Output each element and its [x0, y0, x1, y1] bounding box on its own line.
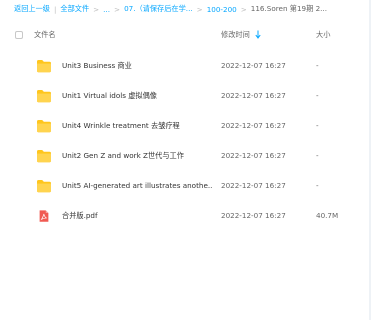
folder-icon	[37, 150, 51, 163]
column-header-size[interactable]: 大小	[316, 30, 330, 40]
file-modified-time: 2022-12-07 16:27	[221, 211, 286, 220]
file-size: -	[316, 121, 319, 130]
file-modified-time: 2022-12-07 16:27	[221, 61, 286, 70]
file-name[interactable]: 合并版.pdf	[62, 211, 98, 221]
breadcrumb-separator: >	[196, 4, 203, 14]
folder-icon	[37, 60, 51, 73]
breadcrumb-folder-07-link[interactable]: 07.（请保存后在学...	[124, 4, 193, 14]
file-row[interactable]: Unit3 Business 商业 2022-12-07 16:27 -	[0, 51, 371, 81]
folder-icon	[37, 180, 51, 193]
file-modified-time: 2022-12-07 16:27	[221, 121, 286, 130]
file-list-header: 文件名 修改时间 大小	[0, 27, 371, 43]
file-name[interactable]: Unit2 Gen Z and work Z世代与工作	[62, 151, 184, 161]
file-size: -	[316, 61, 319, 70]
file-name[interactable]: Unit1 Virtual idols 虚拟偶像	[62, 91, 157, 101]
column-header-modified-time[interactable]: 修改时间	[221, 30, 250, 40]
breadcrumb-separator: >	[93, 4, 100, 14]
breadcrumb: 返回上一级 | 全部文件 > ... > 07.（请保存后在学... > 100…	[0, 0, 371, 18]
folder-icon	[37, 90, 51, 103]
file-modified-time: 2022-12-07 16:27	[221, 91, 286, 100]
breadcrumb-ellipsis-link[interactable]: ...	[103, 5, 110, 14]
sort-descending-icon[interactable]	[255, 30, 261, 39]
file-size: -	[316, 181, 319, 190]
select-all-checkbox[interactable]	[15, 31, 23, 39]
file-name[interactable]: Unit4 Wrinkle treatment 去皱疗程	[62, 121, 180, 131]
file-row[interactable]: Unit1 Virtual idols 虚拟偶像 2022-12-07 16:2…	[0, 81, 371, 111]
breadcrumb-folder-100-200-link[interactable]: 100-200	[207, 5, 237, 14]
file-row[interactable]: Unit2 Gen Z and work Z世代与工作 2022-12-07 1…	[0, 141, 371, 171]
file-size: -	[316, 91, 319, 100]
file-modified-time: 2022-12-07 16:27	[221, 151, 286, 160]
breadcrumb-all-files-link[interactable]: 全部文件	[60, 4, 89, 14]
file-row[interactable]: 合并版.pdf 2022-12-07 16:27 40.7M	[0, 201, 371, 231]
breadcrumb-current-folder: 116.Soren 第19期 2...	[250, 4, 328, 13]
folder-icon	[37, 120, 51, 133]
breadcrumb-separator: |	[53, 4, 57, 14]
file-row[interactable]: Unit4 Wrinkle treatment 去皱疗程 2022-12-07 …	[0, 111, 371, 141]
file-row[interactable]: Unit5 AI-generated art illustrates anoth…	[0, 171, 371, 201]
breadcrumb-back-link[interactable]: 返回上一级	[14, 4, 50, 14]
file-name[interactable]: Unit3 Business 商业	[62, 61, 132, 71]
file-size: -	[316, 151, 319, 160]
breadcrumb-separator: >	[114, 4, 121, 14]
file-name[interactable]: Unit5 AI-generated art illustrates anoth…	[62, 181, 212, 190]
file-modified-time: 2022-12-07 16:27	[221, 181, 286, 190]
breadcrumb-separator: >	[240, 4, 247, 14]
file-size: 40.7M	[316, 211, 339, 220]
pdf-icon	[39, 210, 49, 222]
column-header-name[interactable]: 文件名	[34, 30, 56, 40]
